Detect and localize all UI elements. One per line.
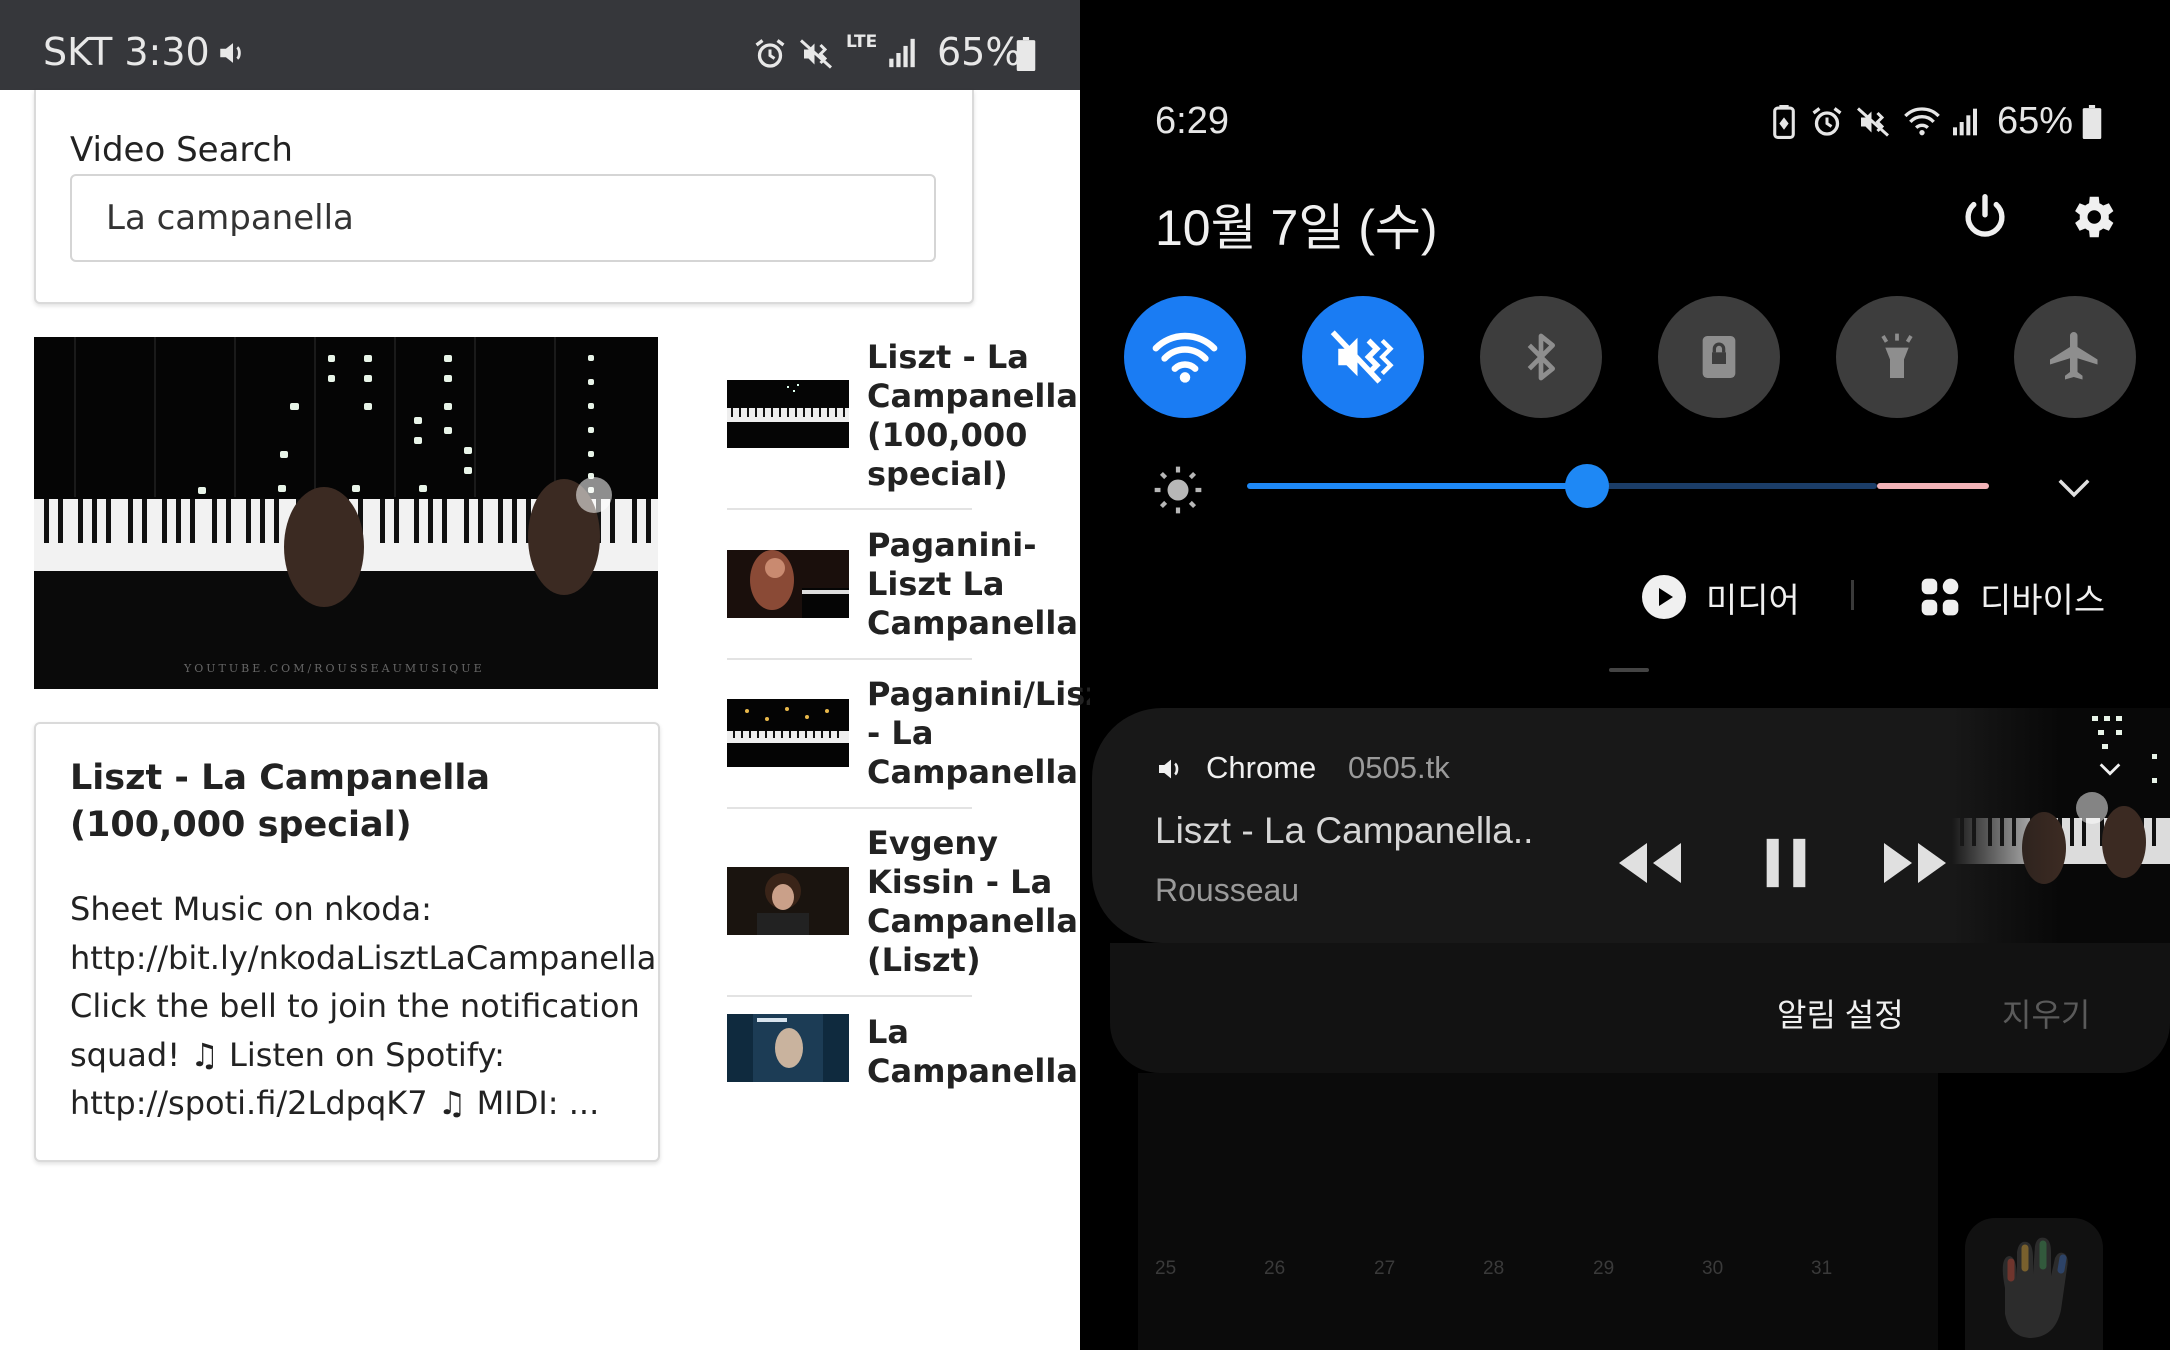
related-title-3: Paganini/Liszt - La Campanella — [867, 675, 1120, 791]
flashlight-icon — [1881, 333, 1913, 378]
chevron-down-icon[interactable] — [2055, 472, 2093, 507]
video-description: Sheet Music on nkoda: http://bit.ly/nkod… — [70, 890, 657, 1122]
related-item-3[interactable]: Paganini/Liszt - La Campanella — [727, 675, 1119, 805]
volume-icon — [216, 36, 250, 74]
notification-settings-button[interactable]: 알림 설정 — [1777, 990, 1904, 1036]
calendar-day: 26 — [1264, 1258, 1286, 1279]
rewind-button[interactable] — [1613, 838, 1685, 893]
vibrate-mute-icon — [1330, 330, 1394, 384]
related-divider — [727, 807, 972, 809]
video-title: Liszt - La Campanella (100,000 special) — [70, 758, 490, 845]
battery-icon — [1016, 37, 1036, 75]
calendar-widget-background — [1138, 1073, 1938, 1350]
related-thumbnail-2 — [727, 550, 849, 618]
mute-vibrate-icon — [798, 36, 834, 76]
hand-logo-icon — [2002, 1237, 2068, 1338]
fast-forward-button[interactable] — [1880, 838, 1952, 893]
alarm-icon — [1809, 104, 1845, 145]
related-thumbnail-1 — [727, 380, 849, 448]
left-status-bar: SKT 3:30 LTE 65% — [0, 0, 1080, 90]
alarm-icon — [752, 36, 788, 76]
devices-label: 디바이스 — [1980, 581, 2106, 620]
related-item-4[interactable]: Evgeny Kissin - La Campanella (Liszt) — [727, 824, 1097, 992]
screen-lock-toggle[interactable] — [1658, 296, 1780, 418]
carrier-time: SKT 3:30 — [43, 30, 210, 74]
related-title-5: La Campanella — [867, 1013, 1078, 1090]
airplane-mode-toggle[interactable] — [2014, 296, 2136, 418]
expand-chevron-icon[interactable] — [2096, 758, 2124, 785]
related-title-1: Liszt - La Campanella (100,000 special) — [867, 338, 1078, 493]
media-app-name: Chrome — [1206, 750, 1317, 785]
panel-handle[interactable] — [1609, 668, 1649, 672]
calendar-day: 27 — [1374, 1258, 1396, 1279]
calendar-day: 25 — [1155, 1258, 1177, 1279]
calendar-day: 28 — [1483, 1258, 1505, 1279]
play-circle-icon — [1642, 575, 1686, 619]
media-artist: Rousseau — [1155, 872, 1300, 908]
airplane-icon — [2050, 332, 2098, 380]
speaker-icon — [1155, 753, 1187, 790]
calendar-day: 31 — [1811, 1258, 1833, 1279]
lock-rotation-icon — [1702, 336, 1736, 378]
network-type: LTE — [846, 32, 878, 52]
related-divider — [727, 995, 972, 997]
wifi-status-icon — [1902, 104, 1942, 143]
calendar-day: 29 — [1593, 1258, 1615, 1279]
related-item-1[interactable]: Liszt - La Campanella (100,000 special) — [727, 338, 1097, 498]
app-shortcut-icon[interactable] — [1965, 1218, 2103, 1350]
flashlight-toggle[interactable] — [1836, 296, 1958, 418]
brightness-track-high — [1877, 483, 1989, 489]
brightness-icon — [1150, 462, 1206, 523]
panel-date: 10월 7일 (수) — [1155, 200, 1438, 256]
battery-icon — [2082, 105, 2102, 144]
wifi-icon — [1152, 332, 1218, 383]
power-icon[interactable] — [1958, 190, 2012, 249]
battery-saver-icon — [1770, 105, 1798, 144]
main-video-thumbnail[interactable]: YOUTUBE.COM/ROUSSEAUMUSIQUE — [34, 337, 658, 689]
related-item-2[interactable]: Paganini-Liszt La Campanella — [727, 526, 1097, 656]
mute-vibrate-icon — [1855, 104, 1891, 145]
brightness-track — [1587, 483, 1877, 489]
signal-icon — [886, 36, 918, 74]
fast-forward-icon — [1884, 843, 1946, 883]
media-output-button[interactable]: 미디어 — [1640, 570, 1800, 624]
sound-mode-toggle[interactable] — [1302, 296, 1424, 418]
media-player-card[interactable]: Chrome 0505.tk Liszt - La Campanella.. R… — [1092, 708, 2170, 943]
related-title-2: Paganini-Liszt La Campanella — [867, 526, 1078, 642]
brightness-track-filled — [1247, 483, 1587, 489]
pause-button[interactable] — [1760, 834, 1812, 897]
bluetooth-icon — [1527, 333, 1555, 381]
media-title: Liszt - La Campanella.. — [1155, 810, 1534, 851]
devices-button[interactable]: 디바이스 — [1918, 572, 2105, 622]
right-battery-percent: 65% — [1997, 100, 2074, 142]
search-label: Video Search — [70, 130, 293, 170]
bluetooth-toggle[interactable] — [1480, 296, 1602, 418]
related-thumbnail-3 — [727, 699, 849, 767]
calendar-day: 30 — [1702, 1258, 1724, 1279]
wifi-toggle[interactable] — [1124, 296, 1246, 418]
media-label: 미디어 — [1706, 581, 1800, 620]
related-thumbnail-5 — [727, 1014, 849, 1082]
pause-icon — [1766, 838, 1806, 888]
left-battery-percent: 65% — [937, 30, 1022, 74]
search-input[interactable]: La campanella — [70, 174, 936, 262]
brightness-slider-thumb[interactable] — [1565, 464, 1609, 508]
media-source: 0505.tk — [1348, 750, 1450, 785]
related-item-5[interactable]: La Campanella — [727, 1013, 1097, 1101]
signal-icon — [1950, 106, 1980, 143]
media-album-art — [1952, 708, 2170, 943]
devices-grid-icon — [1921, 578, 1959, 616]
related-divider — [727, 508, 972, 510]
related-divider — [727, 658, 972, 660]
rewind-icon — [1619, 843, 1681, 883]
media-devices-divider — [1851, 580, 1854, 610]
related-title-4: Evgeny Kissin - La Campanella (Liszt) — [867, 824, 1078, 979]
related-thumbnail-4 — [727, 867, 849, 935]
clear-notifications-button[interactable]: 지우기 — [2002, 990, 2090, 1036]
thumbnail-watermark: YOUTUBE.COM/ROUSSEAUMUSIQUE — [184, 662, 485, 675]
right-clock: 6:29 — [1155, 100, 1229, 142]
settings-gear-icon[interactable] — [2065, 190, 2119, 249]
